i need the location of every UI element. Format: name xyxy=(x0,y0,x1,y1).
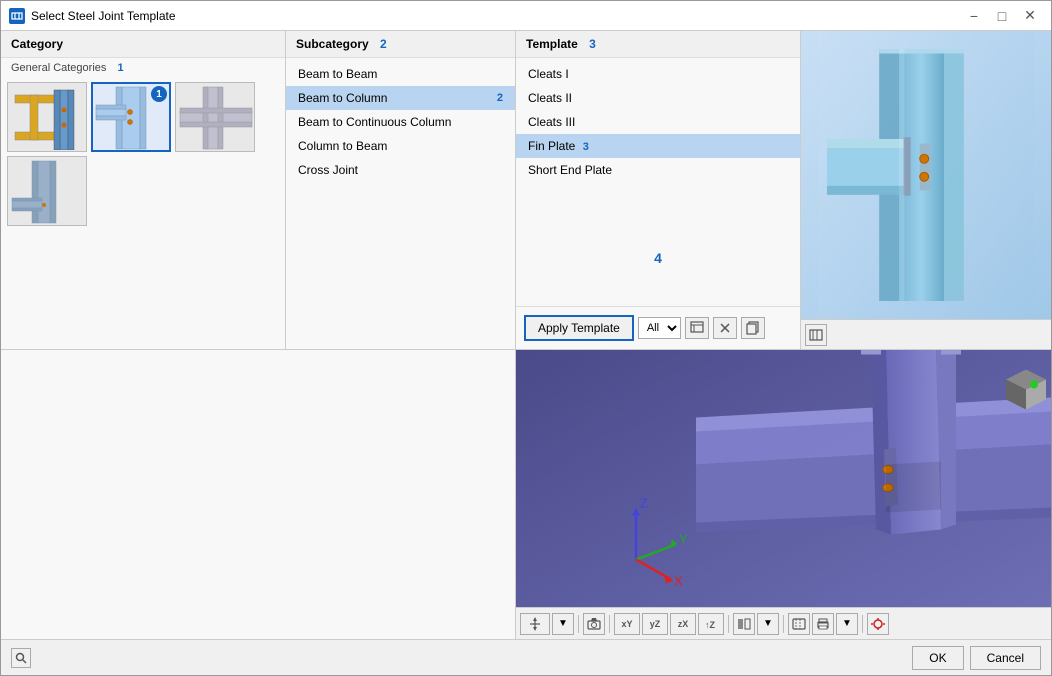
subcategory-item-beam-to-column[interactable]: Beam to Column 2 xyxy=(286,86,515,110)
edit-icon-button[interactable] xyxy=(685,317,709,339)
search-button[interactable] xyxy=(11,648,31,668)
category-step: 1 xyxy=(117,62,123,74)
category-label: General Categories 1 xyxy=(1,58,285,76)
apply-step-badge: 4 xyxy=(654,250,662,266)
template-item-cleats-i[interactable]: Cleats I xyxy=(516,62,800,86)
sep3 xyxy=(728,615,729,633)
subcategory-list: Beam to Beam Beam to Column 2 Beam to Co… xyxy=(286,58,515,186)
subcategory-item-column-to-beam[interactable]: Column to Beam xyxy=(286,134,515,158)
window-controls: − □ ✕ xyxy=(961,6,1043,26)
print-drop-button[interactable]: ▼ xyxy=(836,613,858,635)
display-mode-button[interactable] xyxy=(733,613,755,635)
print-button[interactable] xyxy=(812,613,834,635)
subcategory-item-beam-to-continuous-column[interactable]: Beam to Continuous Column xyxy=(286,110,515,134)
viewport-toolbar: ▼ xY yZ zX ↑Z xyxy=(516,607,1051,639)
preview-panel xyxy=(801,31,1051,349)
subcategory-panel: Subcategory 2 Beam to Beam Beam to Colum… xyxy=(286,31,516,349)
clear-icon-button[interactable] xyxy=(713,317,737,339)
app-icon xyxy=(9,8,25,24)
subcategory-step-badge: 2 xyxy=(497,92,503,104)
sep5 xyxy=(862,615,863,633)
apply-template-button[interactable]: Apply Template xyxy=(524,315,634,341)
minimize-button[interactable]: − xyxy=(961,6,987,26)
footer: OK Cancel xyxy=(1,639,1051,675)
step-badge-1: 1 xyxy=(151,86,167,102)
properties-panel xyxy=(1,350,516,639)
thumbnail-beam-to-beam[interactable] xyxy=(7,82,87,152)
thumbnail-cross-joint[interactable] xyxy=(175,82,255,152)
footer-left xyxy=(11,648,31,668)
filter-dropdown[interactable]: All xyxy=(638,317,681,339)
template-list: Cleats I Cleats II Cleats III Fin Plate … xyxy=(516,58,800,186)
apply-section: Apply Template All xyxy=(516,306,800,349)
viewport-3d: Z Y X xyxy=(516,350,1051,639)
svg-text:X: X xyxy=(674,574,683,589)
svg-text:Z: Z xyxy=(640,496,648,511)
template-item-cleats-iii[interactable]: Cleats III xyxy=(516,110,800,134)
axis-z-button[interactable]: zX xyxy=(670,613,696,635)
settings-red-button[interactable] xyxy=(867,613,889,635)
template-item-step-badge: 3 xyxy=(583,141,589,153)
maximize-button[interactable]: □ xyxy=(989,6,1015,26)
close-button[interactable]: ✕ xyxy=(1017,6,1043,26)
footer-buttons: OK Cancel xyxy=(912,646,1041,670)
title-bar: Select Steel Joint Template − □ ✕ xyxy=(1,1,1051,31)
subcategory-item-beam-to-beam[interactable]: Beam to Beam xyxy=(286,62,515,86)
template-item-fin-plate[interactable]: Fin Plate 3 xyxy=(516,134,800,158)
view-camera-button[interactable] xyxy=(583,613,605,635)
bottom-row: Z Y X xyxy=(1,349,1051,639)
template-panel: Template 3 Cleats I Cleats II Cleats III… xyxy=(516,31,801,349)
subcategory-item-cross-joint[interactable]: Cross Joint xyxy=(286,158,515,182)
axis-iz-button[interactable]: ↑Z xyxy=(698,613,724,635)
thumbnail-beam-to-column[interactable]: 1 xyxy=(91,82,171,152)
svg-text:↑Z: ↑Z xyxy=(705,620,716,630)
template-item-short-end-plate[interactable]: Short End Plate xyxy=(516,158,800,182)
ok-button[interactable]: OK xyxy=(912,646,963,670)
display-drop-button[interactable]: ▼ xyxy=(757,613,779,635)
template-header: Template 3 xyxy=(516,31,800,58)
select-button[interactable] xyxy=(788,613,810,635)
subcategory-step: 2 xyxy=(380,37,387,51)
category-thumbnails: 1 xyxy=(1,76,285,349)
preview-toolbar-top xyxy=(801,319,1051,349)
sep2 xyxy=(609,615,610,633)
main-window: Select Steel Joint Template − □ ✕ Catego… xyxy=(0,0,1052,676)
sep1 xyxy=(578,615,579,633)
template-item-cleats-ii[interactable]: Cleats II xyxy=(516,86,800,110)
subcategory-header: Subcategory 2 xyxy=(286,31,515,58)
category-panel: Category General Categories 1 xyxy=(1,31,286,349)
sep4 xyxy=(783,615,784,633)
window-title: Select Steel Joint Template xyxy=(31,9,961,23)
axis-y-button[interactable]: yZ xyxy=(642,613,668,635)
main-content: Category General Categories 1 xyxy=(1,31,1051,349)
thumbnail-column-type[interactable] xyxy=(7,156,87,226)
copy-icon-button[interactable] xyxy=(741,317,765,339)
preview-3d-top xyxy=(801,31,1051,319)
view-drop-button[interactable]: ▼ xyxy=(552,613,574,635)
category-header: Category xyxy=(1,31,285,58)
cancel-button[interactable]: Cancel xyxy=(970,646,1041,670)
template-step-badge: 3 xyxy=(589,37,596,51)
view-orient-button[interactable] xyxy=(520,613,550,635)
axis-x-button[interactable]: xY xyxy=(614,613,640,635)
svg-text:Y: Y xyxy=(679,532,688,547)
preview-settings-button[interactable] xyxy=(805,324,827,346)
